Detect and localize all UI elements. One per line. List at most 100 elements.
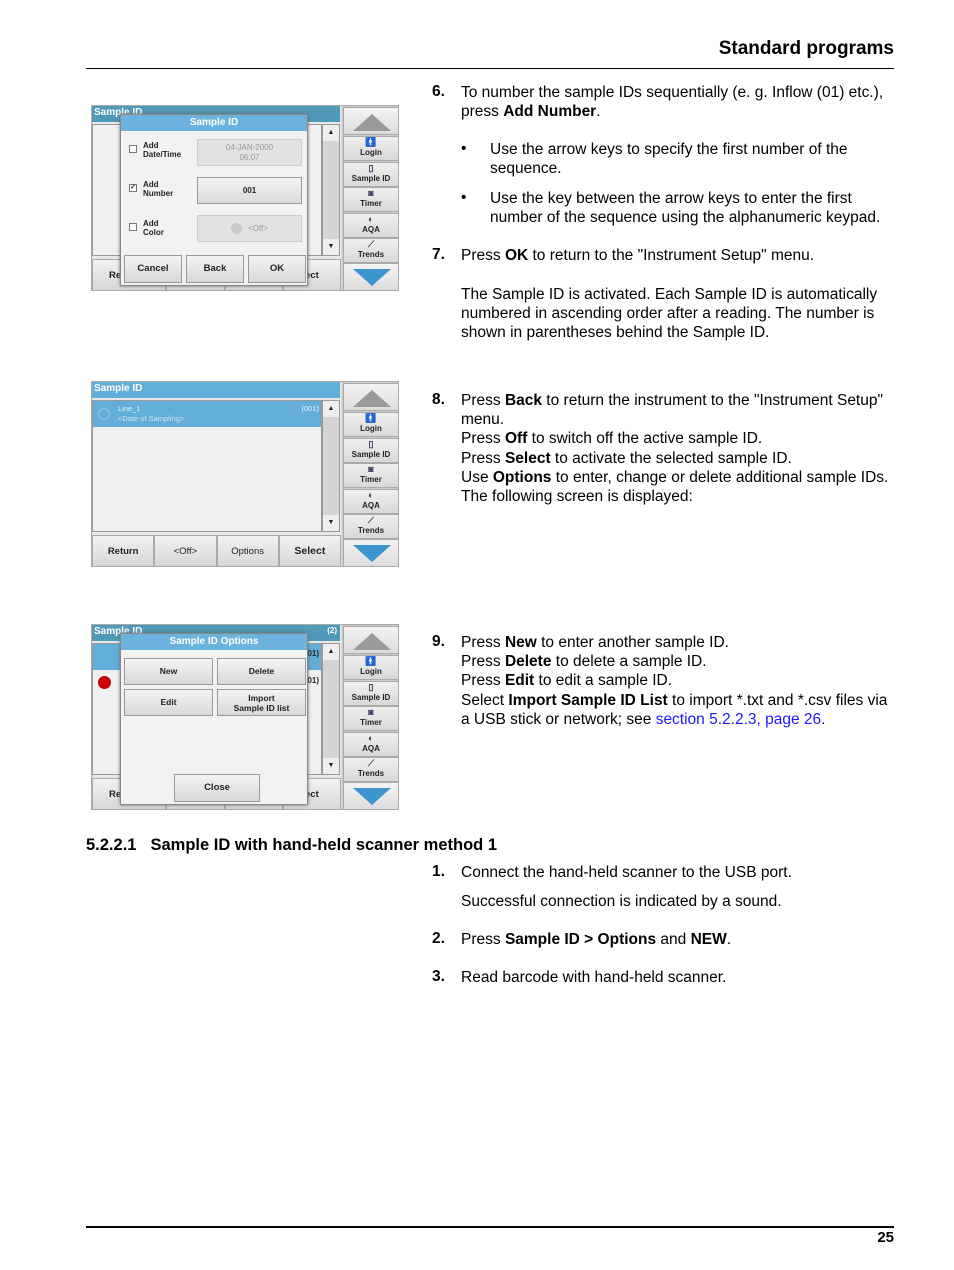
sidebar-item-trends[interactable]: ⟋ Trends: [343, 514, 398, 539]
scroll-up-icon[interactable]: ▲: [323, 401, 339, 417]
checkbox[interactable]: [129, 223, 137, 231]
device-sidebar: 🚹 Login ▯ Sample ID ◙ Timer ◐ AQA ⟋ Trends: [342, 382, 398, 566]
section-link[interactable]: section 5.2.2.3, page 26: [656, 711, 821, 728]
scroll-down-button[interactable]: [343, 539, 398, 566]
sample-id-icon: ▯: [368, 438, 374, 449]
step-number: 6.: [432, 83, 445, 100]
bold-term: Delete: [504, 653, 552, 671]
sidebar-item-timer[interactable]: ◙ Timer: [343, 187, 398, 212]
sidebar-item-timer[interactable]: ◙ Timer: [343, 706, 398, 731]
scroll-down-button[interactable]: [343, 263, 398, 290]
sidebar-item-login[interactable]: 🚹 Login: [343, 136, 398, 161]
text: .: [726, 931, 732, 948]
off-button[interactable]: <Off>: [154, 535, 217, 566]
sidebar-item-timer[interactable]: ◙ Timer: [343, 463, 398, 488]
text: and: [656, 931, 691, 948]
step-number: 1.: [432, 863, 445, 880]
import-sample-id-list-button[interactable]: Import Sample ID list: [217, 689, 306, 716]
options-button[interactable]: Options: [216, 535, 279, 566]
checkbox[interactable]: [129, 145, 137, 153]
time: 06:07: [239, 153, 260, 162]
item-sub: <Date of Sampling>: [118, 414, 185, 423]
sidebar-item-label: Trends: [357, 526, 385, 535]
text: .: [821, 710, 826, 728]
step-number: 3.: [432, 968, 445, 985]
bullet: •: [461, 140, 467, 157]
ok-button[interactable]: OK: [248, 255, 306, 283]
sidebar-item-sample-id[interactable]: ▯ Sample ID: [343, 161, 398, 187]
dialog-title: Sample ID Options: [121, 634, 307, 650]
scroll-down-icon[interactable]: ▼: [323, 515, 339, 531]
sidebar-item-label: AQA: [362, 500, 380, 510]
return-button[interactable]: Return: [92, 535, 155, 566]
step-para: Successful connection is indicated by a …: [461, 893, 782, 910]
footer-rule: [86, 1226, 894, 1228]
step-6-text: To number the sample IDs sequentially (e…: [461, 83, 899, 121]
new-button[interactable]: New: [124, 658, 213, 685]
trends-icon: ⟋: [367, 758, 375, 768]
trends-icon: ⟋: [367, 239, 375, 249]
text: Use: [461, 468, 493, 486]
sidebar-item-trends[interactable]: ⟋ Trends: [343, 238, 398, 263]
sidebar-item-trends[interactable]: ⟋ Trends: [343, 757, 398, 782]
step-7-text: Press OK to return to the "Instrument Se…: [461, 246, 899, 265]
date: 04-JAN-2000: [225, 143, 274, 152]
delete-button[interactable]: Delete: [217, 658, 306, 685]
list-item-selected[interactable]: Line_1 <Date of Sampling> (001): [93, 401, 321, 427]
close-button[interactable]: Close: [174, 774, 260, 802]
device-sidebar: 🚹 Login ▯ Sample ID ◙ Timer ◐ AQA ⟋ Trends: [342, 625, 398, 809]
label: Number: [143, 189, 174, 198]
edit-button[interactable]: Edit: [124, 689, 213, 716]
screen-sample-id-dialog: Sample ID ▲ ▼ Re ect 🚹 Login ▯ Sample ID ◙ Time…: [91, 105, 399, 291]
step-text: Read barcode with hand-held scanner.: [461, 969, 727, 986]
sidebar-item-label: Login: [360, 148, 382, 157]
checkbox-checked[interactable]: ✓: [129, 184, 137, 192]
scrollbar[interactable]: ▲ ▼: [322, 400, 340, 532]
sidebar-item-login[interactable]: 🚹 Login: [343, 412, 398, 437]
page-number: 25: [877, 1229, 894, 1246]
screen-sample-id-options: Sample ID (2) 01) 01) ▲ ▼ Re ect 🚹 Login ▯ Sam…: [91, 624, 399, 810]
step-9-text: Press New to enter another sample ID. Pr…: [461, 633, 899, 729]
bg-count: 01): [307, 649, 319, 658]
sample-id-options-dialog: Sample ID Options New Delete Edit Import…: [120, 633, 308, 805]
section-heading: 5.2.2.1 Sample ID with hand-held scanner …: [86, 836, 497, 855]
bg-count: (2): [327, 626, 337, 635]
sidebar-item-label: AQA: [362, 743, 380, 753]
scroll-up-button[interactable]: [343, 383, 398, 411]
scroll-up-button[interactable]: [343, 107, 398, 135]
sidebar-item-login[interactable]: 🚹 Login: [343, 655, 398, 680]
sidebar-item-aqa[interactable]: ◐ AQA: [343, 731, 398, 757]
sidebar-item-sample-id[interactable]: ▯ Sample ID: [343, 680, 398, 706]
sidebar-item-aqa[interactable]: ◐ AQA: [343, 488, 398, 514]
step-text: Press Sample ID > Options and NEW.: [461, 930, 899, 949]
scroll-down-button[interactable]: [343, 782, 398, 809]
date-time-value: 04-JAN-2000 06:07: [197, 139, 302, 166]
sidebar-item-label: AQA: [362, 224, 380, 234]
login-icon: 🚹: [365, 656, 377, 666]
arrow-up-icon: [353, 390, 391, 407]
running-header: Standard programs: [718, 38, 894, 59]
dialog-title: Sample ID: [121, 115, 307, 131]
step-7-para: The Sample ID is activated. Each Sample …: [461, 286, 878, 342]
arrow-up-icon: [353, 114, 391, 131]
back-button[interactable]: Back: [186, 255, 244, 283]
bold-term: Add Number: [503, 103, 597, 121]
cancel-button[interactable]: Cancel: [124, 255, 182, 283]
number-button[interactable]: 001: [197, 177, 302, 204]
arrow-up-icon: [353, 633, 391, 650]
sidebar-item-sample-id[interactable]: ▯ Sample ID: [343, 437, 398, 463]
step-number: 8.: [432, 391, 445, 408]
bold-term: Select: [504, 449, 551, 467]
label: Add: [143, 180, 159, 189]
login-icon: 🚹: [365, 413, 377, 423]
timer-icon: ◙: [368, 464, 374, 474]
color-dot-icon: [231, 223, 243, 235]
item-count: (001): [301, 404, 319, 413]
select-button[interactable]: Select: [278, 535, 341, 566]
aqa-icon: ◐: [368, 732, 374, 743]
scroll-up-button[interactable]: [343, 626, 398, 654]
label: Color: [143, 228, 164, 237]
step-number: 7.: [432, 246, 445, 263]
sidebar-item-aqa[interactable]: ◐ AQA: [343, 212, 398, 238]
color-value: <Off>: [197, 215, 302, 242]
